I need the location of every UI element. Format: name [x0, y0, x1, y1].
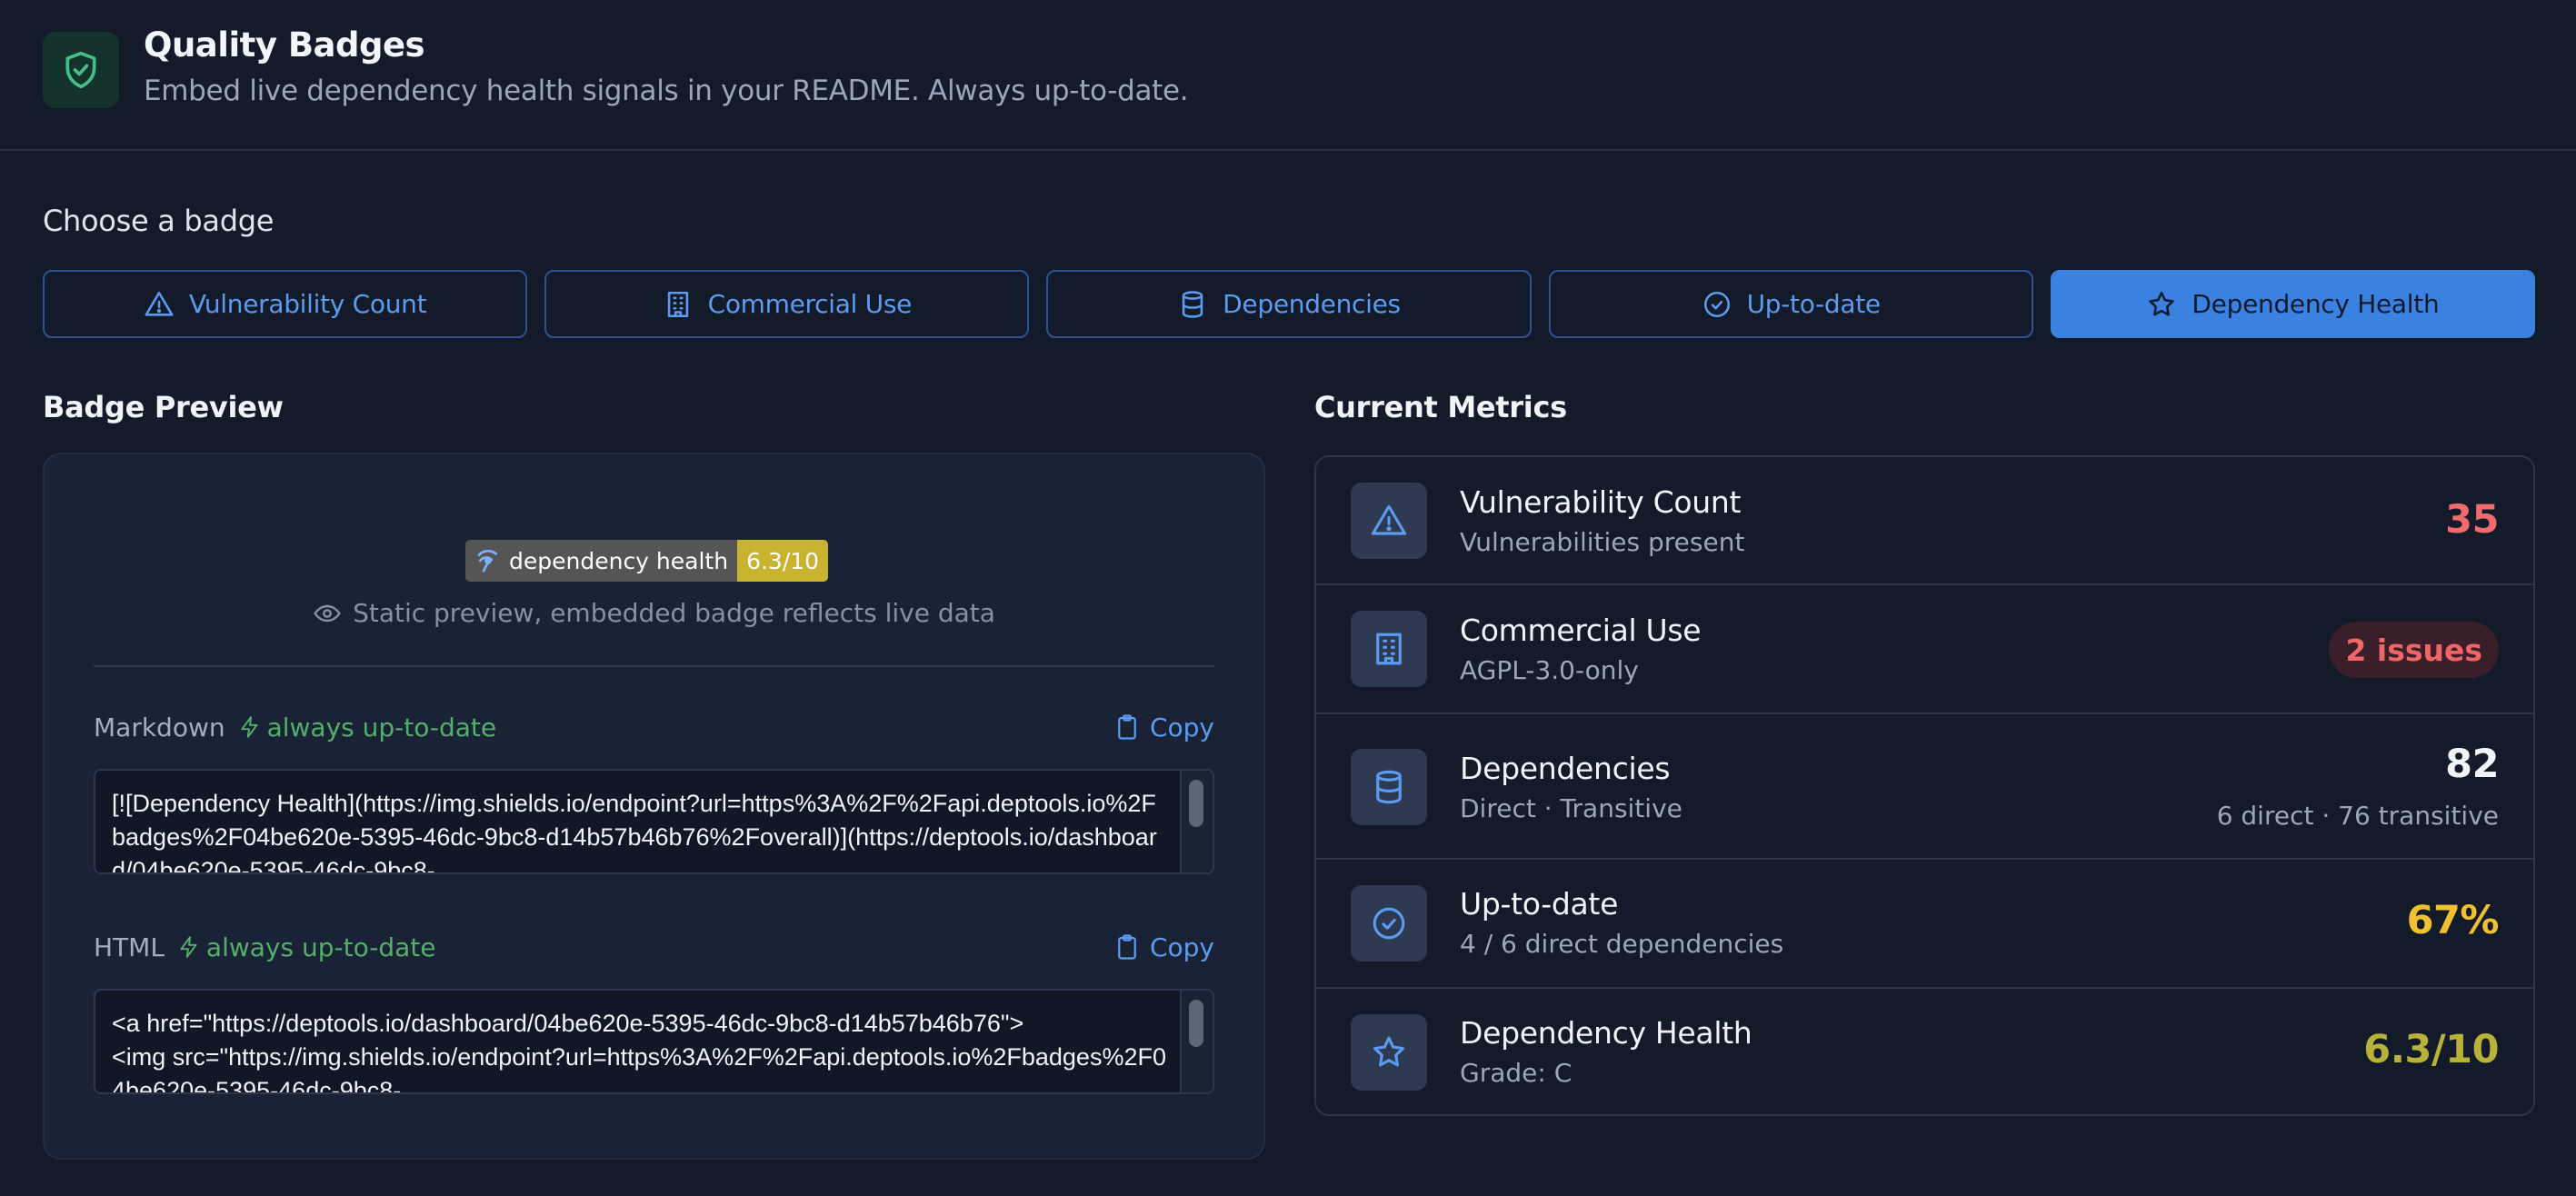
badge-value: 6.3/10	[746, 547, 820, 574]
live-indicator: always up-to-date	[238, 712, 497, 743]
metric-title: Vulnerability Count	[1460, 484, 1742, 520]
tab-up-to-date[interactable]: Up-to-date	[1548, 270, 2033, 338]
tab-commercial-use[interactable]: Commercial Use	[544, 270, 1030, 338]
choose-badge-label: Choose a badge	[43, 204, 275, 238]
markdown-header: Markdown always up-to-date Copy	[94, 709, 1214, 745]
tab-dependencies[interactable]: Dependencies	[1046, 270, 1532, 338]
eye-icon	[314, 604, 341, 622]
metric-row-vulnerability-count: Vulnerability Count Vulnerabilities pres…	[1316, 457, 2533, 585]
copy-markdown-button[interactable]: Copy	[1113, 713, 1214, 743]
live-indicator: always up-to-date	[177, 932, 436, 962]
building-icon	[667, 291, 688, 317]
metric-row-dependencies: Dependencies Direct · Transitive 82 6 di…	[1316, 714, 2533, 860]
metric-row-up-to-date: Up-to-date 4 / 6 direct dependencies 67%	[1316, 860, 2533, 989]
tab-label: Vulnerability Count	[188, 289, 427, 319]
metrics-list: Vulnerability Count Vulnerabilities pres…	[1314, 455, 2535, 1116]
copy-label: Copy	[1149, 932, 1214, 962]
metric-row-commercial-use: Commercial Use AGPL-3.0-only 2 issues	[1316, 585, 2533, 714]
badge-label: dependency health	[509, 547, 729, 574]
preview-note: Static preview, embedded badge reflects …	[45, 598, 1263, 628]
dependency-logo-icon	[477, 550, 498, 573]
copy-html-button[interactable]: Copy	[1113, 932, 1214, 962]
clipboard-icon	[1118, 714, 1136, 740]
clipboard-icon	[1118, 934, 1136, 960]
metric-subtitle: AGPL-3.0-only	[1460, 655, 1639, 685]
metric-subtitle: Grade: C	[1460, 1058, 1573, 1088]
page-header: Quality Badges Embed live dependency hea…	[0, 0, 2576, 151]
check-circle-icon	[1351, 885, 1427, 962]
html-header: HTML always up-to-date Copy	[94, 929, 1214, 965]
html-code-field[interactable]: <a href="https://deptools.io/dashboard/0…	[94, 989, 1214, 1094]
metric-value: 67%	[2406, 898, 2500, 943]
metric-title: Commercial Use	[1460, 613, 1702, 648]
issues-badge: 2 issues	[2329, 622, 2499, 678]
shield-check-icon	[43, 32, 119, 108]
badge-preview-heading: Badge Preview	[43, 390, 284, 424]
tab-label: Up-to-date	[1746, 289, 1882, 319]
metric-row-dependency-health: Dependency Health Grade: C 6.3/10	[1316, 989, 2533, 1114]
html-code-text: <a href="https://deptools.io/dashboard/0…	[112, 1010, 1166, 1094]
preview-note-text: Static preview, embedded badge reflects …	[353, 598, 995, 628]
scroll-thumb[interactable]	[1189, 1000, 1203, 1047]
badge-image: dependency health 6.3/10	[465, 540, 829, 582]
metric-value: 6.3/10	[2363, 1027, 2499, 1072]
star-icon	[2149, 291, 2175, 315]
metric-value: 82	[2445, 742, 2499, 787]
badge-preview-panel: dependency health 6.3/10 Static preview,…	[43, 453, 1265, 1160]
tab-dependency-health[interactable]: Dependency Health	[2050, 270, 2536, 338]
current-metrics-heading: Current Metrics	[1314, 390, 1567, 424]
check-circle-icon	[1703, 291, 1730, 317]
tab-label: Dependencies	[1223, 289, 1401, 319]
building-icon	[1351, 611, 1427, 687]
metric-title: Up-to-date	[1460, 886, 1619, 922]
star-icon	[1351, 1014, 1427, 1091]
page-title: Quality Badges	[144, 25, 425, 65]
markdown-label: Markdown	[94, 712, 225, 743]
badge-tabs: Vulnerability Count Commercial Use Depen…	[43, 270, 2536, 338]
metric-note: 6 direct · 76 transitive	[2216, 801, 2499, 831]
metric-subtitle: Direct · Transitive	[1460, 793, 1682, 823]
lightning-icon	[180, 936, 197, 958]
metric-title: Dependency Health	[1460, 1015, 1752, 1051]
lightning-icon	[240, 716, 258, 738]
metric-subtitle: 4 / 6 direct dependencies	[1460, 929, 1784, 959]
html-label: HTML	[94, 932, 165, 962]
markdown-code-text: [![Dependency Health](https://img.shield…	[112, 790, 1157, 874]
scrollbar[interactable]	[1180, 771, 1213, 872]
scrollbar[interactable]	[1180, 991, 1213, 1092]
metric-value: 35	[2445, 497, 2499, 543]
metric-subtitle: Vulnerabilities present	[1460, 527, 1745, 557]
scroll-thumb[interactable]	[1189, 780, 1203, 827]
tab-vulnerability-count[interactable]: Vulnerability Count	[43, 270, 528, 338]
tab-label: Commercial Use	[707, 289, 913, 319]
tab-label: Dependency Health	[2192, 289, 2440, 319]
live-text: always up-to-date	[266, 712, 497, 743]
page-subtitle: Embed live dependency health signals in …	[144, 75, 1189, 107]
markdown-code-field[interactable]: [![Dependency Health](https://img.shield…	[94, 769, 1214, 874]
warning-triangle-icon	[145, 291, 174, 316]
live-text: always up-to-date	[205, 932, 436, 962]
database-icon	[1351, 749, 1427, 825]
copy-label: Copy	[1149, 712, 1214, 743]
database-icon	[1182, 290, 1203, 318]
metric-title: Dependencies	[1460, 751, 1671, 786]
warning-triangle-icon	[1351, 483, 1427, 559]
divider	[94, 665, 1214, 667]
